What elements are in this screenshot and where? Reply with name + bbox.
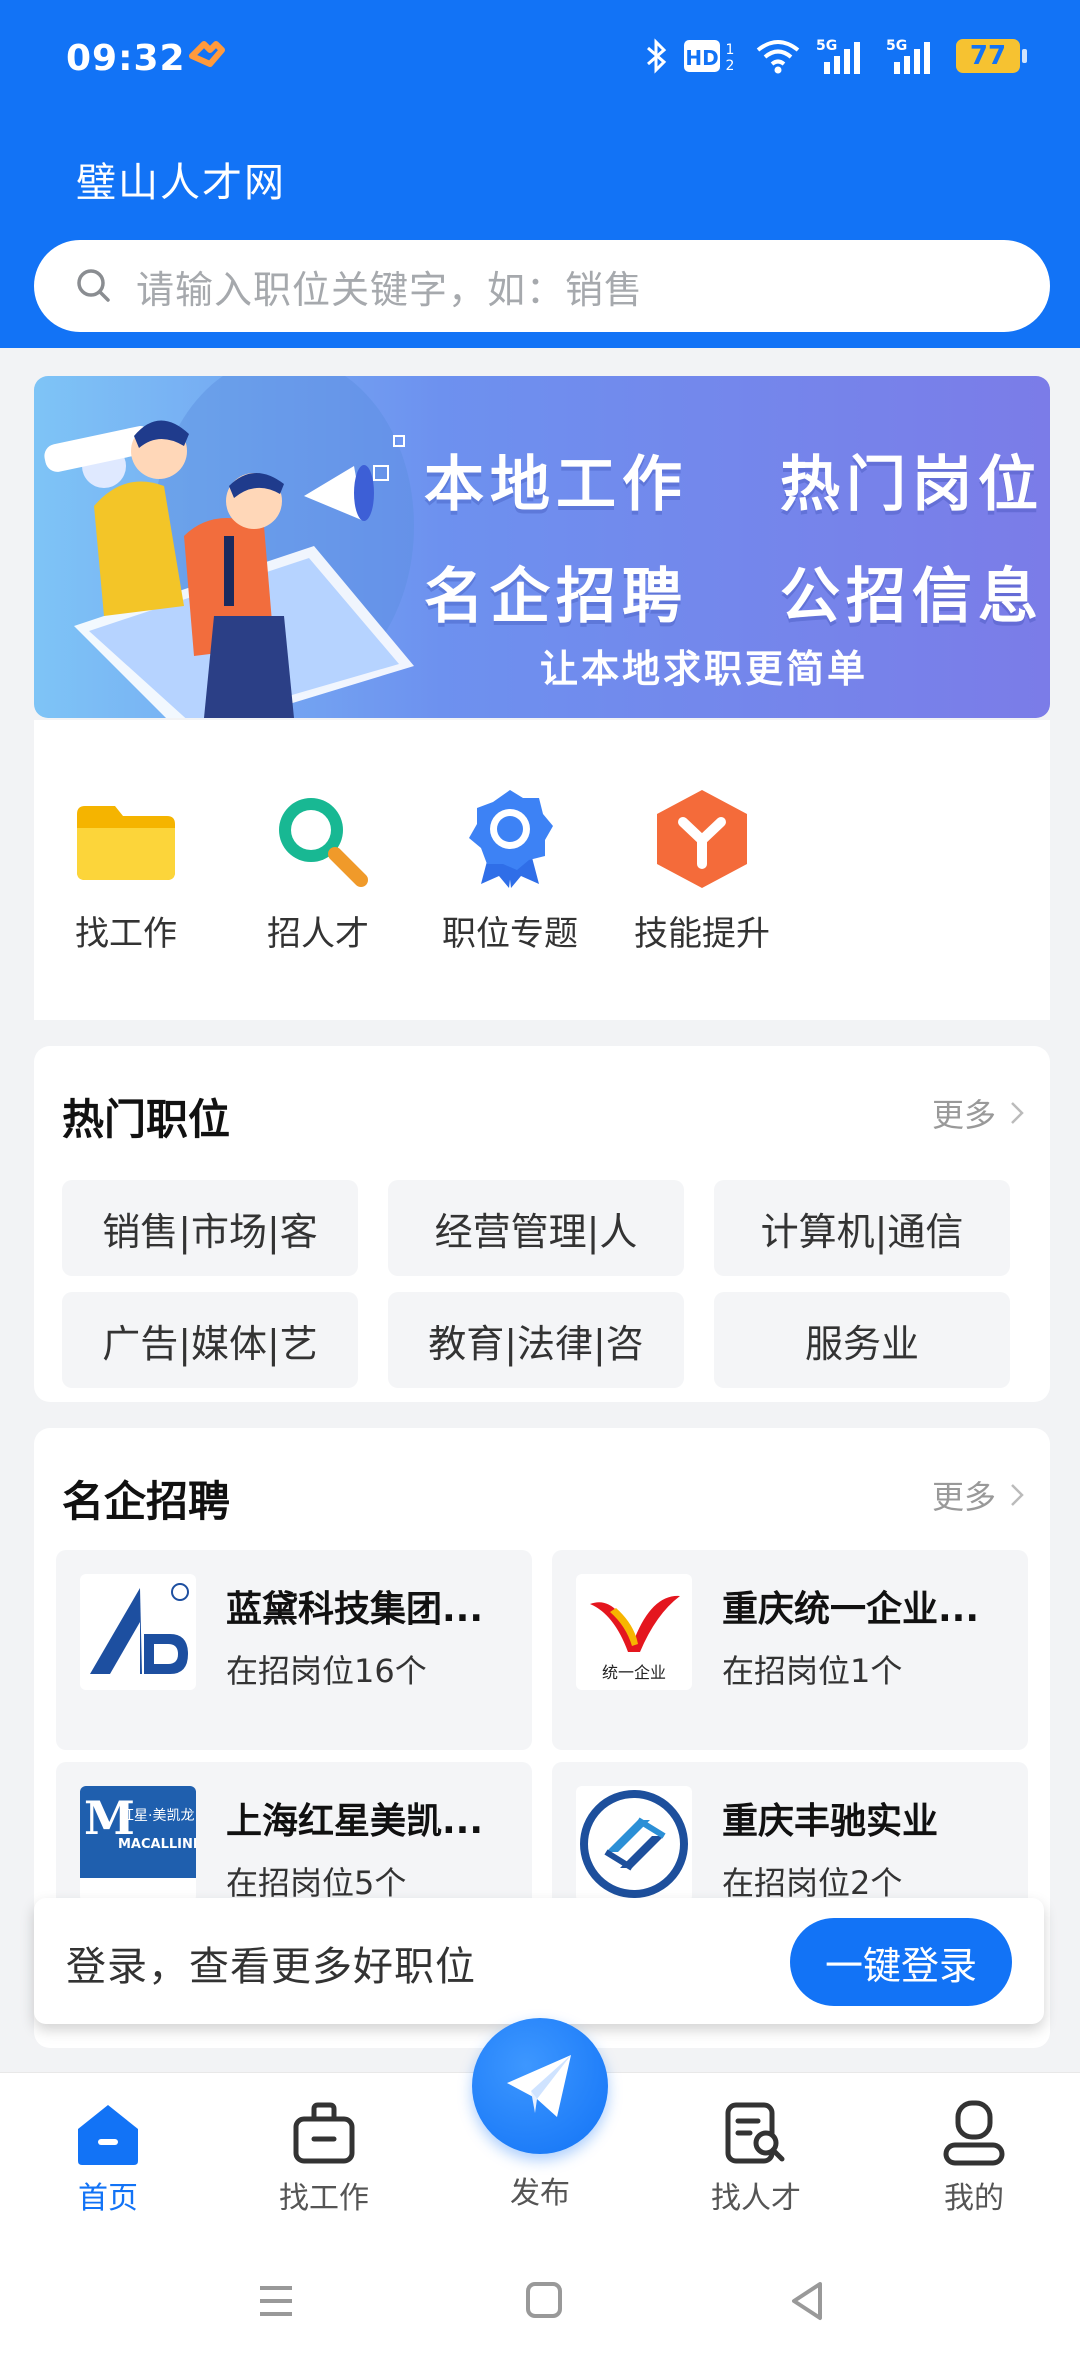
quick-nav: 找工作 招人才 职位专题 技能提升 [34,720,1050,1020]
svg-text:2: 2 [726,58,735,74]
login-prompt-bar: 登录，查看更多好职位 一键登录 [34,1898,1044,2024]
company-name: 蓝黛科技集团... [226,1589,484,1630]
header: 09:32 HD 1 2 5G 5G 77 璧山人才网 请输入职位关键字，如：销… [0,0,1080,348]
svg-text:HD: HD [685,46,718,70]
svg-text:5G: 5G [816,38,837,54]
system-nav-bar [0,2230,1080,2376]
job-tag[interactable]: 服务业 [714,1292,1010,1388]
briefcase-icon [290,2099,358,2167]
job-tag[interactable]: 广告|媒体|艺 [62,1292,358,1388]
company-job-count: 在招岗位1个 [722,1652,903,1690]
resume-search-icon [722,2099,790,2167]
hot-job-tags: 销售|市场|客 经营管理|人 计算机|通信 广告|媒体|艺 教育|法律|咨 服务… [62,1180,1022,1388]
quick-nav-label: 职位专题 [442,914,578,954]
company-card[interactable]: 蓝黛科技集团... 在招岗位16个 [56,1550,532,1750]
tab-label: 找人才 [711,2181,801,2216]
bluetooth-icon [644,36,670,76]
tab-label: 首页 [78,2181,138,2216]
home-square-icon[interactable] [514,2276,574,2326]
job-tag[interactable]: 经营管理|人 [388,1180,684,1276]
publish-button[interactable] [472,2018,608,2154]
status-time: 09:32 [66,38,186,79]
svg-text:红星·美凯龙: 红星·美凯龙 [120,1808,194,1824]
banner-headline-1: 本地工作 热门岗位 [424,436,1044,523]
job-tag[interactable]: 销售|市场|客 [62,1180,358,1276]
quick-nav-label: 招人才 [267,914,369,954]
svg-text:MACALLINE: MACALLINE [118,1837,196,1852]
search-placeholder: 请输入职位关键字，如：销售 [136,267,644,312]
magnifier-icon [263,784,373,894]
svg-text:1: 1 [726,42,735,58]
banner-text-public-recruitment: 公招信息 [780,562,1044,632]
badge-icon [455,784,565,894]
tab-mine[interactable]: 我的 [904,2099,1044,2217]
quick-nav-label: 找工作 [75,914,177,954]
folder-icon [71,784,181,894]
banner-subtitle: 让本地求职更简单 [540,647,869,691]
wifi-icon [754,36,802,76]
more-label: 更多 [931,1478,996,1516]
signal-5g-icon: 5G [816,36,872,76]
tab-find-job[interactable]: 找工作 [254,2099,394,2217]
banner-text-famous-companies: 名企招聘 [424,562,688,632]
svg-text:5G: 5G [886,38,907,54]
company-job-count: 在招岗位16个 [226,1652,427,1690]
chevron-right-icon [1011,1102,1024,1124]
more-label: 更多 [931,1096,996,1134]
fengchi-logo [576,1786,692,1902]
paper-plane-icon [507,2055,571,2117]
section-title: 热门职位 [62,1095,231,1144]
company-name: 重庆统一企业... [722,1589,980,1630]
login-prompt-text: 登录，查看更多好职位 [66,1944,476,1990]
status-bar: 09:32 HD 1 2 5G 5G 77 [0,0,1080,120]
app-title: 璧山人才网 [76,160,286,206]
hot-jobs-section: 热门职位 更多 销售|市场|客 经营管理|人 计算机|通信 广告|媒体|艺 教育… [34,1046,1050,1402]
chevron-right-icon [1011,1484,1024,1506]
search-icon [74,266,114,306]
tab-label: 找工作 [279,2181,369,2216]
landai-logo [80,1574,196,1690]
company-name: 重庆丰驰实业 [722,1801,939,1842]
signal-5g-icon-2: 5G [886,36,942,76]
tab-label: 我的 [944,2181,1004,2216]
status-icons: HD 1 2 5G 5G 77 [644,34,1027,78]
companies-more-link[interactable]: 更多 [932,1472,1026,1518]
user-icon [940,2099,1008,2167]
svg-text:统一企业: 统一企业 [602,1663,666,1682]
tab-home[interactable]: 首页 [38,2099,178,2217]
tab-find-talent[interactable]: 找人才 [686,2099,826,2217]
banner-headline-2: 名企招聘 公招信息 [424,548,1044,635]
tongyi-logo: 统一企业 [576,1574,692,1690]
quick-nav-find-job[interactable]: 找工作 [46,784,206,955]
quick-nav-job-topics[interactable]: 职位专题 [430,784,590,955]
quick-nav-find-talent[interactable]: 招人才 [238,784,398,955]
quick-nav-skill-upgrade[interactable]: 技能提升 [622,784,782,955]
skill-hexagon-icon [647,784,757,894]
job-tag[interactable]: 教育|法律|咨 [388,1292,684,1388]
search-input[interactable]: 请输入职位关键字，如：销售 [34,240,1050,332]
banner-text-local-jobs: 本地工作 [424,450,688,520]
publish-label: 发布 [510,2176,570,2211]
company-card[interactable]: 统一企业 重庆统一企业... 在招岗位1个 [552,1550,1028,1750]
hd-icon: HD 1 2 [684,36,740,76]
hongxing-macalline-logo: M 红星·美凯龙 MACALLINE [80,1786,196,1902]
quick-nav-label: 技能提升 [634,914,770,954]
notification-heart-icon [186,38,226,74]
promo-banner[interactable]: 本地工作 热门岗位 名企招聘 公招信息 让本地求职更简单 [34,376,1050,718]
home-icon [74,2099,142,2167]
job-tag[interactable]: 计算机|通信 [714,1180,1010,1276]
banner-text-hot-positions: 热门岗位 [780,450,1044,520]
section-title: 名企招聘 [62,1477,231,1526]
hot-jobs-more-link[interactable]: 更多 [932,1090,1026,1136]
back-triangle-icon[interactable] [778,2276,838,2326]
one-click-login-button[interactable]: 一键登录 [790,1918,1012,2006]
menu-icon[interactable] [246,2276,306,2326]
company-name: 上海红星美凯... [226,1801,484,1842]
battery-icon: 77 [956,39,1027,73]
